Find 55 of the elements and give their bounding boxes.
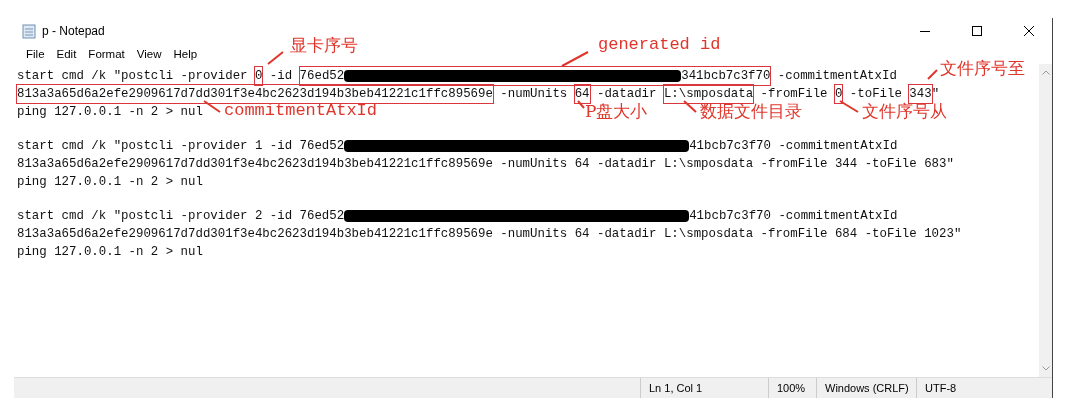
code-text: start cmd /k "postcli -provider (17, 68, 249, 85)
code-text: ping 127.0.0.1 -n 2 > nul (17, 244, 203, 261)
leader-line (682, 99, 698, 114)
code-text: 41bcb7c3f70 -commitmentAtxId (689, 208, 898, 225)
code-text: 341bcb7c3f70 (681, 68, 771, 85)
code-text: 41bcb7c3f70 -commitmentAtxId (689, 138, 898, 155)
code-text: " (931, 86, 940, 103)
code-text: -datadir (596, 86, 658, 103)
scroll-down-icon[interactable] (1041, 366, 1050, 371)
annotation-label: 显卡序号 (290, 35, 358, 55)
annotation-label: P盘大小 (585, 101, 648, 121)
code-text: 813a3a65d6a2efe2909617d7dd301f3e4bc2623d194b3beb41221c1ffc89569e -numUnits 64 -datadir L:\smposdata -fromFile 344 -toFile 683" (17, 156, 954, 173)
leader-line (576, 99, 586, 110)
menu-item[interactable]: Format (82, 48, 131, 60)
status-text: Windows (CRLF) (816, 378, 916, 398)
status-text: UTF-8 (916, 378, 1052, 398)
code-text: -fromFile (759, 86, 829, 103)
annotation-label: generated id (598, 35, 721, 55)
close-icon (1024, 26, 1034, 36)
status-text: 100% (768, 378, 816, 398)
menu-item[interactable]: Help (167, 48, 204, 60)
annotation-label: 数据文件目录 (700, 101, 802, 121)
code-text: start cmd /k "postcli -provider 1 -id 76ed52 (17, 138, 345, 155)
highlighted-value: 0 (254, 67, 263, 85)
maximize-icon (972, 26, 982, 36)
highlighted-value: 343 (909, 85, 932, 103)
menu-item[interactable]: Edit (50, 48, 83, 60)
leader-line (202, 99, 222, 114)
highlighted-value: 0 (834, 85, 843, 103)
scrollbar[interactable] (1039, 64, 1052, 377)
code-text: -toFile (848, 86, 903, 102)
code-text: 76ed52 (299, 68, 345, 85)
code-text: -numUnits (499, 86, 569, 103)
notepad-icon (22, 23, 36, 39)
highlighted-value: L:\smposdata (663, 85, 754, 103)
leader-line (926, 68, 939, 81)
menu-item[interactable]: View (130, 48, 168, 60)
annotation-label: 文件序号从 (862, 101, 947, 121)
annotation-label: commitmentAtxId (224, 101, 378, 121)
highlighted-value: 64 (574, 85, 590, 103)
code-text: ping 127.0.0.1 -n 2 > nul (17, 174, 203, 191)
annotation-label: 文件序号至 (940, 58, 1025, 78)
window-title: p - Notepad (42, 24, 106, 38)
leader-line (838, 99, 860, 114)
status-text: Ln 1, Col 1 (640, 378, 768, 398)
menu-item[interactable]: File (20, 48, 51, 60)
code-text: 813a3a65d6a2efe2909617d7dd301f3e4bc2623d194b3beb41221c1ffc89569e -numUnits 64 -datadir L:\smposdata -fromFile 684 -toFile 1023" (17, 226, 962, 243)
highlighted-value: 813a3a65d6a2efe2909617d7dd301f3e4bc2623d194b3beb41221c1ffc89569e (17, 85, 493, 103)
code-text: start cmd /k "postcli -provider 2 -id 76ed52 (17, 208, 345, 225)
code-text: -commitmentAtxId (776, 68, 897, 85)
scroll-up-icon[interactable] (1041, 70, 1050, 75)
code-text: -id (268, 68, 294, 85)
code-text: ping 127.0.0.1 -n 2 > nul (17, 104, 203, 121)
leader-line (266, 50, 285, 66)
leader-line (560, 50, 590, 68)
